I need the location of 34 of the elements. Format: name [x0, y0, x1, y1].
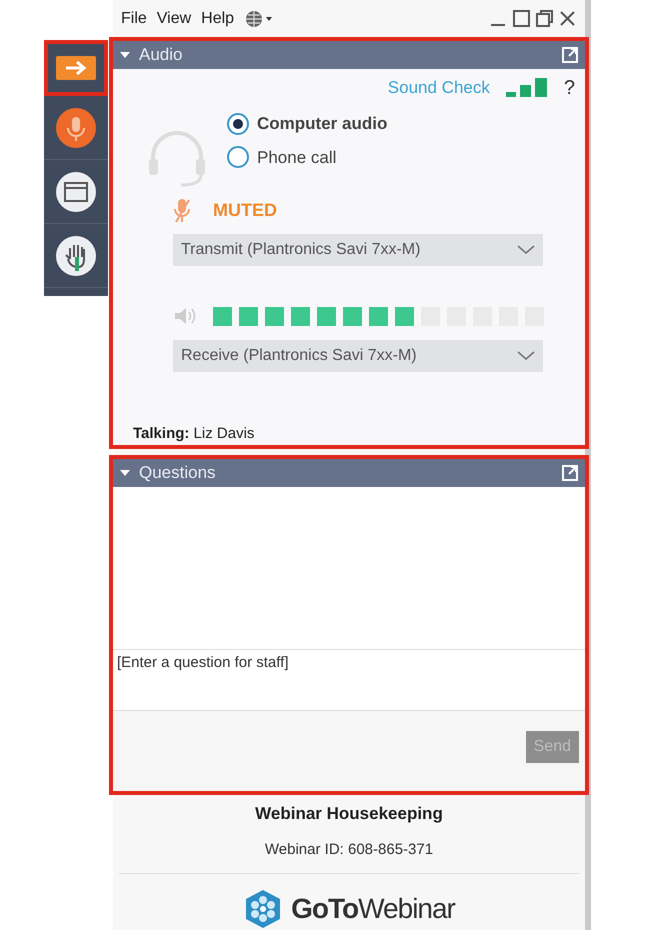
- maximize-icon[interactable]: [512, 9, 531, 28]
- dropdown[interactable]: Transmit (Plantronics Savi 7xx-M): [173, 234, 543, 266]
- window-icon: [55, 170, 97, 212]
- chevron-down-icon: [517, 351, 535, 362]
- radio-option[interactable]: Computer audio: [227, 111, 388, 137]
- webinar-id: Webinar ID: 608-865-371: [119, 838, 579, 874]
- popout-icon[interactable]: [561, 464, 579, 482]
- webinar-title: Webinar Housekeeping: [255, 803, 443, 825]
- restore-icon[interactable]: [535, 9, 554, 28]
- menu-item[interactable]: View: [156, 6, 192, 31]
- popout-icon[interactable]: [561, 46, 579, 64]
- question-field[interactable]: [Enter a question for staff]: [113, 649, 585, 711]
- help-icon[interactable]: ?: [564, 73, 575, 104]
- close-icon[interactable]: [558, 9, 577, 28]
- headset-icon: [147, 129, 207, 188]
- logo-wordmark: GoToWebinar: [291, 892, 455, 926]
- arrow-button[interactable]: [44, 40, 108, 96]
- questions-header[interactable]: Questions: [113, 459, 585, 487]
- microphone-icon: [55, 106, 97, 148]
- menu-item[interactable]: File: [121, 6, 147, 31]
- globe-icon[interactable]: [244, 8, 274, 29]
- muted-microphone-icon: [173, 198, 191, 224]
- collapse-icon[interactable]: [119, 468, 131, 478]
- talking-status: Talking: Liz Davis: [133, 424, 256, 444]
- dropdown[interactable]: Receive (Plantronics Savi 7xx-M): [173, 340, 543, 372]
- collapse-icon[interactable]: [119, 50, 131, 60]
- speaker-icon: [173, 306, 197, 326]
- mic-status: MUTED: [213, 199, 277, 222]
- radio-option[interactable]: Phone call: [227, 144, 388, 170]
- signal-icon: [506, 78, 548, 98]
- chevron-down-icon: [517, 245, 535, 256]
- menu-item[interactable]: Help: [201, 6, 234, 31]
- audio-header[interactable]: Audio: [113, 41, 585, 70]
- raised-hand-icon: [55, 234, 97, 276]
